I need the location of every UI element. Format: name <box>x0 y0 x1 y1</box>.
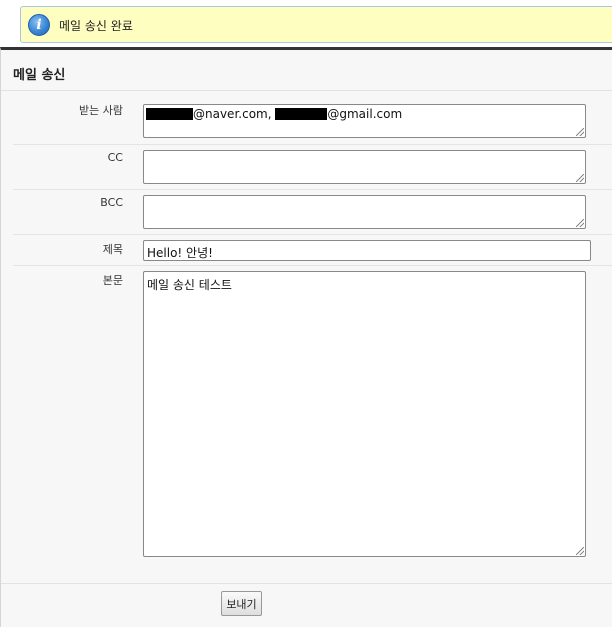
resize-grip-icon[interactable] <box>576 547 584 555</box>
cc-field[interactable] <box>143 150 586 184</box>
bcc-label: BCC <box>100 196 123 209</box>
resize-grip-icon[interactable] <box>576 174 584 182</box>
bcc-field[interactable] <box>143 195 586 229</box>
to-field[interactable]: @naver.com, @gmail.com <box>143 104 586 138</box>
success-notice: i 메일 송신 완료 <box>20 6 612 43</box>
bcc-row: BCC <box>13 190 612 235</box>
to-address-1: @naver.com, <box>193 107 272 121</box>
body-textarea[interactable]: 메일 송신 테스트 <box>143 271 586 557</box>
body-value: 메일 송신 테스트 <box>147 278 232 292</box>
notice-message: 메일 송신 완료 <box>59 19 133 33</box>
send-button[interactable]: 보내기 <box>221 591 262 616</box>
resize-grip-icon[interactable] <box>576 219 584 227</box>
panel-header: 메일 송신 <box>1 50 612 91</box>
subject-input[interactable]: Hello! 안녕! <box>143 240 591 261</box>
cc-row: CC <box>13 145 612 190</box>
subject-label: 제목 <box>102 243 123 256</box>
panel-title: 메일 송신 <box>13 68 66 83</box>
resize-grip-icon[interactable] <box>576 128 584 136</box>
body-label: 본문 <box>102 274 123 287</box>
to-label: 받는 사람 <box>79 104 123 117</box>
to-value: @naver.com, @gmail.com <box>146 107 402 121</box>
redacted-block <box>146 108 193 120</box>
mail-form-panel: 메일 송신 받는 사람 @naver.com, @gmail.com CC BC… <box>0 47 612 627</box>
to-row: 받는 사람 @naver.com, @gmail.com <box>13 94 612 145</box>
subject-value: Hello! 안녕! <box>147 246 213 260</box>
form-footer: 보내기 <box>1 583 612 634</box>
cc-label: CC <box>107 151 123 164</box>
redacted-block <box>275 108 328 120</box>
body-row: 본문 메일 송신 테스트 <box>13 266 612 582</box>
to-address-2: @gmail.com <box>327 107 403 121</box>
info-icon: i <box>28 14 50 36</box>
subject-row: 제목 Hello! 안녕! <box>13 235 612 266</box>
